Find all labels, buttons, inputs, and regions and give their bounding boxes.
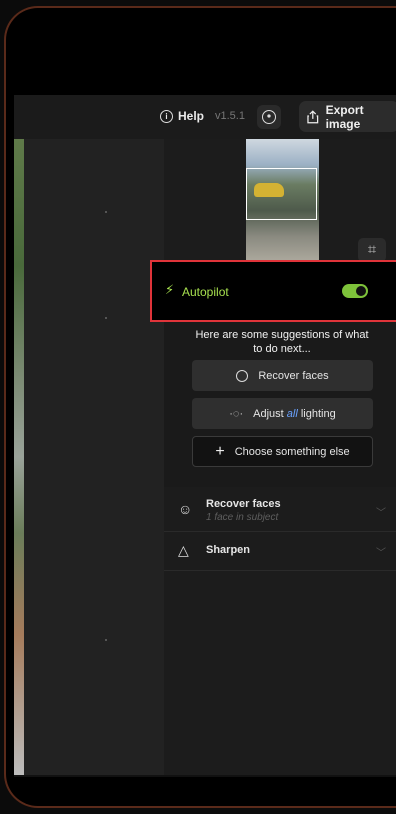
adjust-lighting-label: Adjust all lighting: [253, 407, 336, 420]
choose-something-else-label: Choose something else: [234, 445, 350, 458]
image-canvas[interactable]: [14, 139, 164, 775]
top-toolbar: i Help v1.5.1 Export image: [14, 95, 396, 140]
recover-faces-section[interactable]: ☺ Recover faces 1 face in subject ﹀: [164, 489, 396, 532]
export-image-label: Export image: [325, 102, 364, 131]
bottom-edge: [14, 775, 396, 777]
sharpen-section[interactable]: △ Sharpen ﹀: [164, 532, 396, 571]
autopilot-toggle[interactable]: [342, 284, 368, 298]
plus-icon: +: [215, 442, 225, 460]
share-icon: [307, 109, 319, 123]
photo-preview-edge: [14, 139, 24, 775]
export-image-button[interactable]: Export image: [299, 101, 396, 132]
canvas-guide-dot: [105, 639, 107, 641]
info-icon: i: [160, 109, 173, 123]
version-label: v1.5.1: [215, 110, 245, 122]
bolt-icon: ⚡: [165, 282, 175, 297]
edit-panel: ⌗ ⚡ Autopilot Here are some suggestions …: [150, 139, 396, 775]
chevron-down-icon: ﹀: [376, 548, 386, 559]
sharpen-title: Sharpen: [206, 544, 251, 556]
autopilot-label: Autopilot: [182, 285, 229, 299]
choose-something-else-button[interactable]: + Choose something else: [192, 436, 373, 467]
adjust-lighting-suggestion-button[interactable]: ·◌· Adjust all lighting: [192, 398, 373, 429]
recover-faces-title: Recover faces: [206, 498, 281, 510]
recover-faces-subtitle: 1 face in subject: [206, 512, 279, 523]
face-icon: [236, 369, 249, 382]
chevron-down-icon: ﹀: [376, 508, 386, 519]
thumbnail-viewport-frame[interactable]: [246, 168, 317, 220]
suggestions-panel: Here are some suggestions of what to do …: [164, 322, 396, 487]
recover-faces-suggestion-button[interactable]: Recover faces: [192, 360, 373, 391]
crop-button[interactable]: ⌗: [358, 238, 386, 262]
help-label: Help: [178, 109, 205, 123]
crop-icon: ⌗: [367, 241, 377, 258]
face-icon: ☺: [178, 501, 193, 517]
account-button[interactable]: [257, 105, 281, 129]
help-link[interactable]: i Help: [160, 109, 204, 123]
image-thumbnail[interactable]: [246, 139, 319, 269]
user-circle-icon: [262, 110, 276, 124]
canvas-guide-dot: [105, 211, 107, 213]
suggestions-intro: Here are some suggestions of what to do …: [195, 329, 369, 355]
autopilot-row: ⚡ Autopilot: [150, 260, 396, 322]
light-icon: ·◌·: [229, 407, 244, 420]
recover-faces-suggestion-label: Recover faces: [258, 369, 329, 382]
triangle-icon: △: [178, 542, 189, 558]
canvas-guide-dot: [105, 317, 107, 319]
